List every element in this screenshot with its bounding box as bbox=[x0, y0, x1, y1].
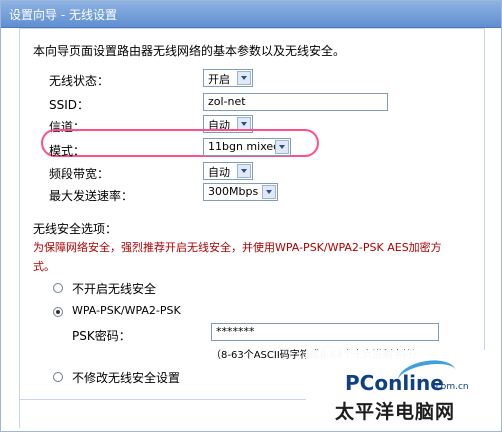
disable-security-radio[interactable] bbox=[53, 283, 63, 293]
security-warning-line2: 式。 bbox=[33, 260, 55, 273]
psk-password-label: PSK密码： bbox=[72, 329, 131, 343]
no-change-security-radio[interactable] bbox=[53, 372, 63, 382]
bandwidth-label: 频段带宽： bbox=[49, 167, 110, 181]
chevron-down-icon[interactable] bbox=[237, 71, 251, 85]
max-rate-label: 最大发送速率： bbox=[49, 189, 134, 203]
wizard-window: 设置向导 - 无线设置 本向导页面设置路由器无线网络的基本参数以及无线安全。 无… bbox=[0, 0, 502, 432]
no-change-security-label: 不修改无线安全设置 bbox=[72, 371, 181, 385]
max-rate-select[interactable]: 300Mbps bbox=[203, 183, 278, 201]
watermark-domain: .com.cn bbox=[433, 382, 469, 392]
bandwidth-value: 自动 bbox=[208, 166, 230, 179]
psk-password-value: ******* bbox=[216, 325, 255, 338]
wpa-psk-label: WPA-PSK/WPA2-PSK bbox=[72, 304, 181, 317]
security-warning-line1: 为保障网络安全，强烈推荐开启无线安全，并使用WPA-PSK/WPA2-PSK A… bbox=[33, 241, 442, 254]
mode-value: 11bgn mixed bbox=[208, 140, 281, 153]
chevron-down-icon[interactable] bbox=[262, 185, 276, 199]
max-rate-value: 300Mbps bbox=[208, 185, 259, 198]
window-title: 设置向导 - 无线设置 bbox=[9, 8, 117, 22]
ssid-value: zol-net bbox=[208, 95, 246, 108]
disable-security-label: 不开启无线安全 bbox=[72, 282, 157, 296]
chevron-down-icon[interactable] bbox=[275, 140, 289, 154]
watermark-brand: PConline bbox=[345, 371, 444, 395]
psk-password-input[interactable]: ******* bbox=[211, 323, 439, 341]
wireless-status-label: 无线状态： bbox=[49, 74, 110, 88]
chevron-down-icon[interactable] bbox=[237, 164, 251, 178]
ssid-label: SSID： bbox=[49, 98, 90, 112]
wireless-status-value: 开启 bbox=[208, 73, 230, 86]
wireless-status-select[interactable]: 开启 bbox=[203, 69, 253, 87]
watermark-cn-name: 太平洋电脑网 bbox=[335, 401, 456, 423]
security-section-label: 无线安全选项： bbox=[33, 222, 118, 236]
bandwidth-select[interactable]: 自动 bbox=[203, 162, 253, 180]
wpa-psk-radio[interactable] bbox=[53, 307, 63, 317]
mode-label: 模式： bbox=[49, 144, 86, 158]
intro-text: 本向导页面设置路由器无线网络的基本参数以及无线安全。 bbox=[33, 44, 346, 58]
ssid-input[interactable]: zol-net bbox=[203, 93, 388, 111]
title-bar: 设置向导 - 无线设置 bbox=[1, 1, 501, 28]
top-divider bbox=[19, 28, 485, 29]
mode-select[interactable]: 11bgn mixed bbox=[203, 138, 291, 156]
